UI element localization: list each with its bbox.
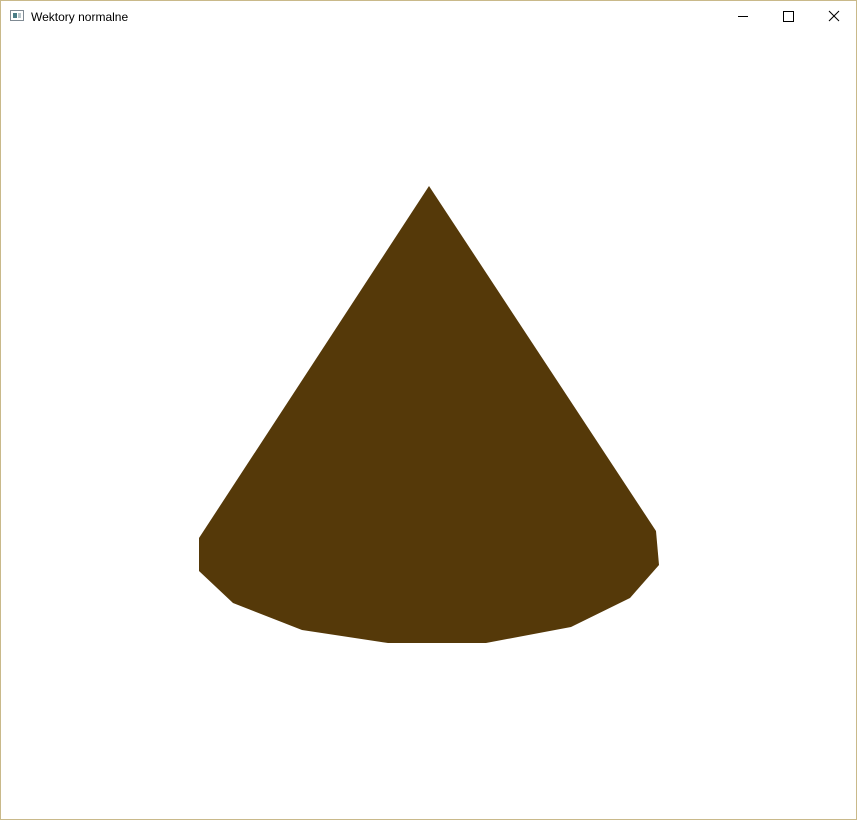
maximize-icon bbox=[783, 11, 794, 22]
app-window-icon[interactable] bbox=[10, 10, 24, 21]
window-title: Wektory normalne bbox=[31, 10, 129, 24]
app-icon-pane-right bbox=[18, 13, 21, 18]
opengl-viewport[interactable] bbox=[1, 32, 856, 819]
close-button[interactable] bbox=[811, 1, 857, 32]
cone-shape bbox=[199, 186, 659, 643]
app-window: Wektory normalne bbox=[0, 0, 857, 820]
minimize-icon bbox=[738, 16, 748, 17]
close-icon bbox=[828, 10, 840, 22]
minimize-button[interactable] bbox=[719, 1, 765, 32]
maximize-button[interactable] bbox=[765, 1, 811, 32]
title-bar[interactable]: Wektory normalne bbox=[1, 1, 856, 32]
app-icon-pane-left bbox=[13, 13, 17, 18]
scene-canvas bbox=[199, 186, 659, 643]
